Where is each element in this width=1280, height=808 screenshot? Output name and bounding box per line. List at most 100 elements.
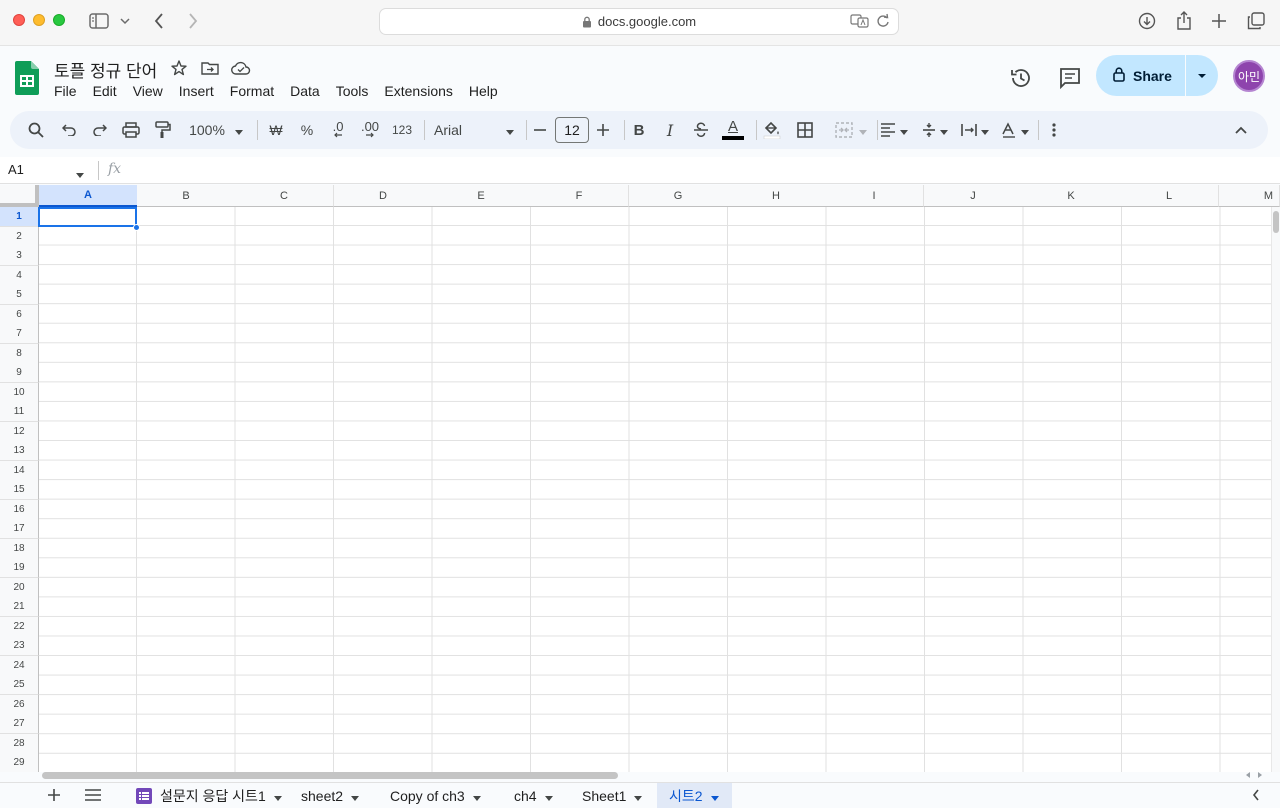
- version-history-icon[interactable]: [1005, 62, 1037, 94]
- row-header-7[interactable]: 7: [0, 324, 39, 344]
- column-header-f[interactable]: F: [530, 185, 629, 207]
- active-cell-a1[interactable]: [38, 207, 137, 227]
- increase-decimal-button[interactable]: .00: [358, 116, 382, 144]
- column-header-a[interactable]: A: [39, 185, 138, 207]
- format-currency-button[interactable]: ₩: [266, 116, 286, 144]
- fill-handle[interactable]: [133, 224, 140, 231]
- row-header-6[interactable]: 6: [0, 305, 39, 325]
- cell-area[interactable]: [39, 207, 1271, 772]
- fill-color-icon[interactable]: [761, 116, 783, 144]
- new-tab-icon[interactable]: [1209, 9, 1229, 33]
- row-header-1[interactable]: 1: [0, 207, 39, 227]
- row-header-3[interactable]: 3: [0, 246, 39, 266]
- increase-font-size-icon[interactable]: [593, 116, 613, 144]
- forward-arrow-icon[interactable]: [184, 9, 202, 33]
- row-header-11[interactable]: 11: [0, 402, 39, 422]
- row-header-12[interactable]: 12: [0, 422, 39, 442]
- zoom-window-button[interactable]: [53, 14, 65, 26]
- vertical-scrollbar[interactable]: [1271, 207, 1280, 772]
- text-wrapping-icon[interactable]: [958, 116, 992, 144]
- decrease-decimal-button[interactable]: .0: [326, 116, 350, 144]
- row-header-17[interactable]: 17: [0, 519, 39, 539]
- sheet-tab-survey-responses[interactable]: 설문지 응답 시트1: [124, 783, 294, 808]
- row-header-25[interactable]: 25: [0, 675, 39, 695]
- row-header-8[interactable]: 8: [0, 344, 39, 364]
- chevron-down-icon[interactable]: [351, 788, 360, 804]
- translate-icon[interactable]: [850, 13, 870, 32]
- vertical-align-icon[interactable]: [918, 116, 952, 144]
- share-button[interactable]: Share: [1096, 55, 1185, 96]
- column-header-i[interactable]: I: [825, 185, 924, 207]
- share-page-icon[interactable]: [1174, 9, 1194, 33]
- row-header-5[interactable]: 5: [0, 285, 39, 305]
- row-header-2[interactable]: 2: [0, 227, 39, 247]
- column-header-e[interactable]: E: [432, 185, 531, 207]
- horizontal-align-icon[interactable]: [877, 116, 911, 144]
- borders-icon[interactable]: [794, 116, 816, 144]
- column-header-b[interactable]: B: [137, 185, 236, 207]
- chevron-down-icon[interactable]: [634, 788, 643, 804]
- menu-format[interactable]: Format: [222, 83, 282, 103]
- column-header-m[interactable]: M: [1219, 185, 1280, 207]
- format-percent-button[interactable]: %: [297, 116, 317, 144]
- row-header-10[interactable]: 10: [0, 383, 39, 403]
- undo-icon[interactable]: [58, 116, 80, 144]
- sheet-tab-sheet1[interactable]: Sheet1: [570, 783, 654, 808]
- collapse-menus-chevron-up-icon[interactable]: [1230, 116, 1252, 144]
- column-header-d[interactable]: D: [334, 185, 433, 207]
- strikethrough-icon[interactable]: [690, 116, 712, 144]
- share-options-chevron-icon[interactable]: [1186, 73, 1218, 79]
- name-box[interactable]: A1: [8, 162, 24, 177]
- row-header-29[interactable]: 29: [0, 753, 39, 772]
- row-header-18[interactable]: 18: [0, 539, 39, 559]
- cloud-saved-icon[interactable]: [231, 58, 251, 78]
- italic-button[interactable]: I: [660, 116, 680, 144]
- select-all-corner[interactable]: [0, 185, 39, 207]
- reload-icon[interactable]: [876, 13, 890, 32]
- account-avatar[interactable]: 아민: [1233, 60, 1265, 92]
- minimize-window-button[interactable]: [33, 14, 45, 26]
- move-folder-icon[interactable]: [200, 58, 220, 78]
- more-formats-button[interactable]: 123: [390, 116, 414, 144]
- column-header-h[interactable]: H: [727, 185, 826, 207]
- address-bar[interactable]: docs.google.com: [379, 8, 899, 35]
- column-header-c[interactable]: C: [235, 185, 334, 207]
- sheet-tab-sheet2[interactable]: sheet2: [289, 783, 371, 808]
- text-color-button[interactable]: A: [721, 116, 745, 144]
- menu-view[interactable]: View: [125, 83, 171, 103]
- menu-tools[interactable]: Tools: [328, 83, 377, 103]
- row-header-13[interactable]: 13: [0, 441, 39, 461]
- chevron-down-icon[interactable]: [273, 788, 282, 804]
- chevron-down-icon[interactable]: [76, 165, 84, 183]
- redo-icon[interactable]: [89, 116, 111, 144]
- row-header-9[interactable]: 9: [0, 363, 39, 383]
- close-window-button[interactable]: [13, 14, 25, 26]
- row-header-20[interactable]: 20: [0, 578, 39, 598]
- sheet-tab-active[interactable]: 시트2: [657, 783, 732, 808]
- sheet-tab-ch4[interactable]: ch4: [502, 783, 565, 808]
- chevron-down-icon[interactable]: [710, 788, 719, 804]
- row-header-26[interactable]: 26: [0, 695, 39, 715]
- add-sheet-icon[interactable]: [48, 789, 60, 801]
- star-icon[interactable]: [169, 58, 189, 78]
- document-title[interactable]: 토플 정규 단어: [54, 57, 157, 82]
- font-family-select[interactable]: Arial: [434, 116, 514, 144]
- font-size-input[interactable]: 12: [554, 116, 590, 144]
- menu-edit[interactable]: Edit: [85, 83, 125, 103]
- column-header-g[interactable]: G: [629, 185, 728, 207]
- download-icon[interactable]: [1137, 9, 1157, 33]
- font-size-value[interactable]: 12: [555, 117, 589, 143]
- vertical-scroll-thumb[interactable]: [1273, 211, 1279, 233]
- print-icon[interactable]: [120, 116, 142, 144]
- column-header-l[interactable]: L: [1120, 185, 1219, 207]
- row-header-16[interactable]: 16: [0, 500, 39, 520]
- all-sheets-menu-icon[interactable]: [85, 789, 101, 801]
- row-header-19[interactable]: 19: [0, 558, 39, 578]
- row-header-15[interactable]: 15: [0, 480, 39, 500]
- sidebar-toggle-icon[interactable]: [88, 9, 110, 33]
- chevron-down-icon[interactable]: [544, 788, 553, 804]
- tab-overview-icon[interactable]: [1246, 9, 1266, 33]
- more-options-icon[interactable]: [1044, 116, 1064, 144]
- sheet-tab-copy-of-ch3[interactable]: Copy of ch3: [378, 783, 493, 808]
- horizontal-scroll-arrows[interactable]: [1244, 771, 1268, 781]
